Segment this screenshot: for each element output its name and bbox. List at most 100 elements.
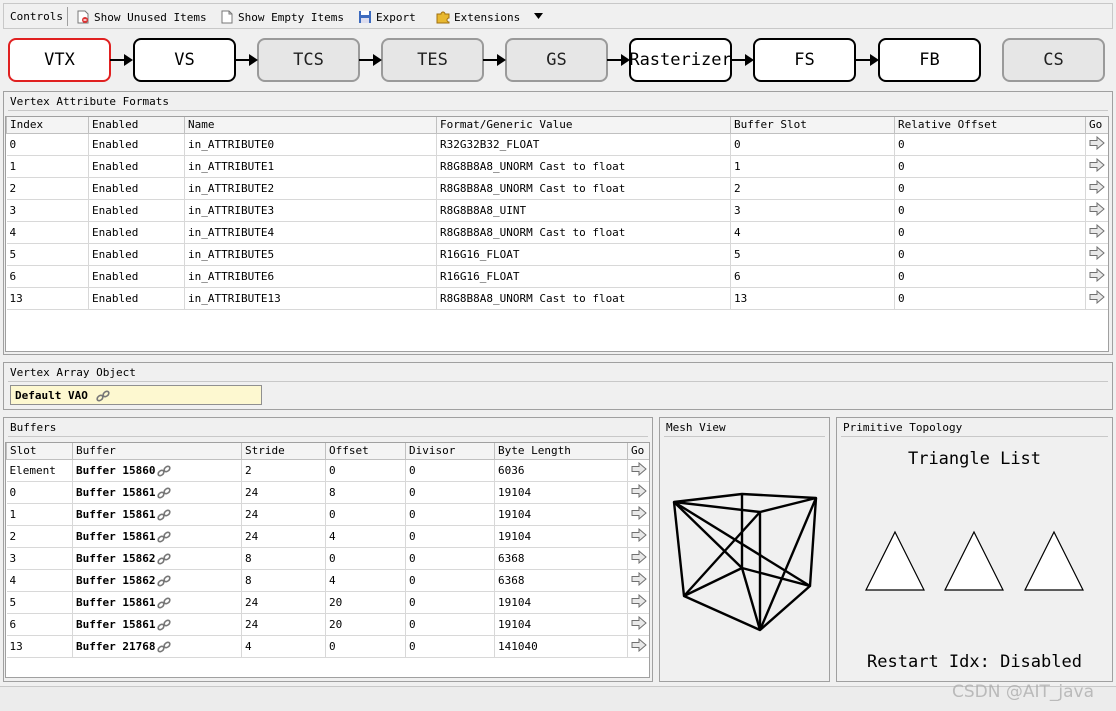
table-row[interactable]: Element Buffer 15860 2 0 0 6036: [6, 459, 649, 482]
stage-vs[interactable]: VS: [133, 38, 236, 82]
link-icon[interactable]: [157, 575, 172, 587]
go-cell[interactable]: [1085, 177, 1108, 200]
table-row[interactable]: 5 Buffer 15861 24 20 0 19104: [6, 591, 649, 614]
go-cell[interactable]: [627, 503, 649, 526]
column-header-go[interactable]: Go: [627, 443, 649, 460]
go-cell[interactable]: [627, 569, 649, 592]
stage-vtx[interactable]: VTX: [8, 38, 111, 82]
go-cell[interactable]: [627, 459, 649, 482]
column-header-divisor[interactable]: Divisor: [405, 443, 495, 460]
stage-rasterizer[interactable]: Rasterizer: [629, 38, 732, 82]
table-row[interactable]: 13 Enabled in_ATTRIBUTE13 R8G8B8A8_UNORM Ca…: [6, 287, 1108, 310]
table-row[interactable]: 5 Enabled in_ATTRIBUTE5 R16G16_FLOAT 5 0: [6, 243, 1108, 266]
go-arrow-icon[interactable]: [631, 527, 647, 542]
export-button[interactable]: Export: [358, 8, 416, 26]
buffer-name[interactable]: Buffer 21768: [76, 640, 155, 653]
go-arrow-icon[interactable]: [631, 615, 647, 630]
stage-gs[interactable]: GS: [505, 38, 608, 82]
column-header-slot[interactable]: Slot: [6, 443, 73, 460]
link-icon[interactable]: [96, 390, 111, 402]
go-arrow-icon[interactable]: [1089, 223, 1105, 238]
go-arrow-icon[interactable]: [1089, 179, 1105, 194]
stage-tes[interactable]: TES: [381, 38, 484, 82]
go-arrow-icon[interactable]: [631, 505, 647, 520]
column-header-buffer[interactable]: Buffer: [72, 443, 242, 460]
vao-field[interactable]: Default VAO: [10, 385, 262, 405]
mesh-wireframe-preview[interactable]: [664, 484, 826, 636]
go-arrow-icon[interactable]: [1089, 245, 1105, 260]
column-header-index[interactable]: Index: [6, 117, 89, 134]
link-icon[interactable]: [157, 641, 172, 653]
stage-tcs[interactable]: TCS: [257, 38, 360, 82]
go-cell[interactable]: [1085, 287, 1108, 310]
link-icon[interactable]: [157, 531, 172, 543]
table-row[interactable]: 3 Enabled in_ATTRIBUTE3 R8G8B8A8_UINT 3 0: [6, 199, 1108, 222]
dropdown-arrow-icon[interactable]: [534, 13, 543, 19]
column-header-enabled[interactable]: Enabled: [88, 117, 185, 134]
column-header-offset[interactable]: Offset: [325, 443, 406, 460]
table-row[interactable]: 0 Enabled in_ATTRIBUTE0 R32G32B32_FLOAT 0 0: [6, 133, 1108, 156]
go-arrow-icon[interactable]: [1089, 157, 1105, 172]
column-header-byte-length[interactable]: Byte Length: [494, 443, 628, 460]
go-cell[interactable]: [627, 635, 649, 658]
go-arrow-icon[interactable]: [1089, 135, 1105, 150]
show-empty-items-button[interactable]: Show Empty Items: [220, 8, 344, 26]
link-icon[interactable]: [157, 465, 172, 477]
buffer-name[interactable]: Buffer 15861: [76, 618, 155, 631]
table-row[interactable]: 2 Enabled in_ATTRIBUTE2 R8G8B8A8_UNORM Cast…: [6, 177, 1108, 200]
table-row[interactable]: 4 Buffer 15862 8 4 0 6368: [6, 569, 649, 592]
table-row[interactable]: 4 Enabled in_ATTRIBUTE4 R8G8B8A8_UNORM Cast…: [6, 221, 1108, 244]
buffer-name[interactable]: Buffer 15861: [76, 596, 155, 609]
table-row[interactable]: 6 Enabled in_ATTRIBUTE6 R16G16_FLOAT 6 0: [6, 265, 1108, 288]
go-arrow-icon[interactable]: [631, 461, 647, 476]
go-cell[interactable]: [1085, 221, 1108, 244]
column-header-relative-offset[interactable]: Relative Offset: [894, 117, 1086, 134]
buffer-name[interactable]: Buffer 15860: [76, 464, 155, 477]
table-row[interactable]: 1 Enabled in_ATTRIBUTE1 R8G8B8A8_UNORM Cast…: [6, 155, 1108, 178]
buffer-name[interactable]: Buffer 15861: [76, 486, 155, 499]
buffer-name[interactable]: Buffer 15861: [76, 508, 155, 521]
go-cell[interactable]: [1085, 155, 1108, 178]
table-row[interactable]: 6 Buffer 15861 24 20 0 19104: [6, 613, 649, 636]
go-cell[interactable]: [627, 591, 649, 614]
go-cell[interactable]: [1085, 199, 1108, 222]
table-row[interactable]: 3 Buffer 15862 8 0 0 6368: [6, 547, 649, 570]
stage-fb[interactable]: FB: [878, 38, 981, 82]
go-cell[interactable]: [1085, 243, 1108, 266]
go-arrow-icon[interactable]: [1089, 201, 1105, 216]
stage-fs[interactable]: FS: [753, 38, 856, 82]
link-icon[interactable]: [157, 509, 172, 521]
link-icon[interactable]: [157, 597, 172, 609]
go-arrow-icon[interactable]: [631, 483, 647, 498]
go-cell[interactable]: [1085, 133, 1108, 156]
table-row[interactable]: 13 Buffer 21768 4 0 0 141040: [6, 635, 649, 658]
column-header-name[interactable]: Name: [184, 117, 437, 134]
go-cell[interactable]: [627, 525, 649, 548]
show-unused-items-button[interactable]: Show Unused Items: [76, 8, 207, 26]
go-arrow-icon[interactable]: [631, 593, 647, 608]
go-cell[interactable]: [627, 481, 649, 504]
go-cell[interactable]: [627, 613, 649, 636]
buffer-name[interactable]: Buffer 15861: [76, 530, 155, 543]
table-row[interactable]: 0 Buffer 15861 24 8 0 19104: [6, 481, 649, 504]
link-icon[interactable]: [157, 487, 172, 499]
extensions-button[interactable]: Extensions: [436, 8, 520, 26]
go-cell[interactable]: [1085, 265, 1108, 288]
go-arrow-icon[interactable]: [631, 637, 647, 652]
go-arrow-icon[interactable]: [631, 549, 647, 564]
table-row[interactable]: 2 Buffer 15861 24 4 0 19104: [6, 525, 649, 548]
table-row[interactable]: 1 Buffer 15861 24 0 0 19104: [6, 503, 649, 526]
column-header-buffer-slot[interactable]: Buffer Slot: [730, 117, 895, 134]
go-arrow-icon[interactable]: [1089, 267, 1105, 282]
column-header-stride[interactable]: Stride: [241, 443, 326, 460]
column-header-go[interactable]: Go: [1085, 117, 1108, 134]
go-arrow-icon[interactable]: [631, 571, 647, 586]
buffer-name[interactable]: Buffer 15862: [76, 574, 155, 587]
stage-cs[interactable]: CS: [1002, 38, 1105, 82]
go-cell[interactable]: [627, 547, 649, 570]
go-arrow-icon[interactable]: [1089, 289, 1105, 304]
column-header-format[interactable]: Format/Generic Value: [436, 117, 731, 134]
link-icon[interactable]: [157, 619, 172, 631]
link-icon[interactable]: [157, 553, 172, 565]
buffer-name[interactable]: Buffer 15862: [76, 552, 155, 565]
